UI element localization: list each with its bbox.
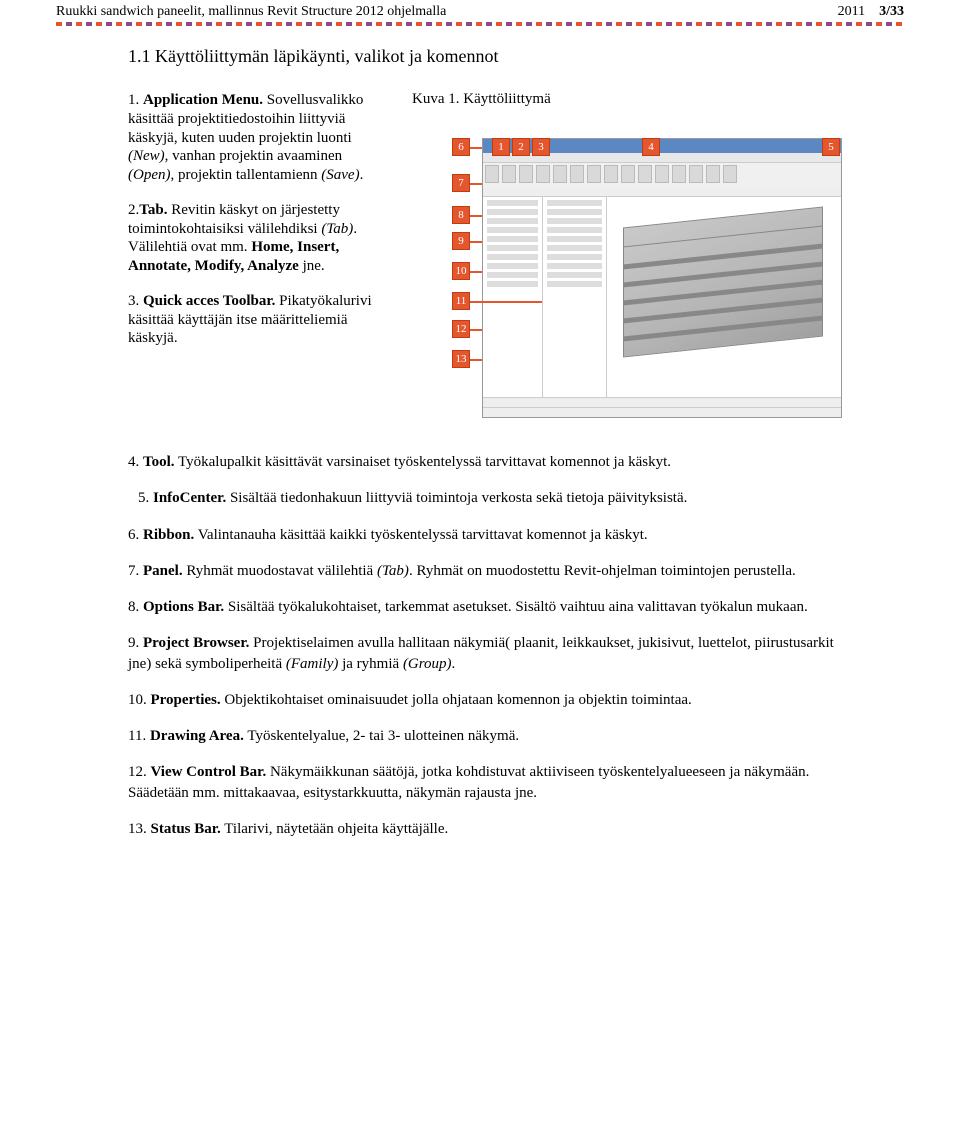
callout-5: 5 xyxy=(822,138,840,156)
callout-1: 1 xyxy=(492,138,510,156)
callout-10: 10 xyxy=(452,262,470,280)
callout-7: 7 xyxy=(452,174,470,192)
mock-options-bar xyxy=(483,187,841,197)
figure-caption: Kuva 1. Käyttöliittymä xyxy=(412,91,860,108)
mock-properties-panel xyxy=(543,197,607,397)
mock-status-bar xyxy=(483,407,841,417)
mock-drawing-area xyxy=(607,197,841,397)
callout-11: 11 xyxy=(452,292,470,310)
callout-9: 9 xyxy=(452,232,470,250)
callout-3: 3 xyxy=(532,138,550,156)
mock-view-control-bar xyxy=(483,397,841,407)
mock-project-browser xyxy=(483,197,543,397)
body-paragraphs: 4. Tool. Työkalupalkit käsittävät varsin… xyxy=(128,452,860,839)
callout-4: 4 xyxy=(642,138,660,156)
header-right: 2011 3/33 xyxy=(838,4,904,20)
callout-12: 12 xyxy=(452,320,470,338)
mock-toolbar xyxy=(483,163,841,187)
callout-8: 8 xyxy=(452,206,470,224)
section-heading: 1.1 Käyttöliittymän läpikäynti, valikot … xyxy=(128,46,860,67)
mock-3d-model xyxy=(623,206,823,357)
header-divider xyxy=(56,22,904,26)
header-left: Ruukki sandwich paneelit, mallinnus Revi… xyxy=(56,4,446,20)
callout-2: 2 xyxy=(512,138,530,156)
figure-column: Kuva 1. Käyttöliittymä xyxy=(412,91,860,424)
callout-13: 13 xyxy=(452,350,470,368)
callout-6: 6 xyxy=(452,138,470,156)
intro-left-column: 1. Application Menu. Sovellusvalikko käs… xyxy=(128,91,388,424)
figure-ui-screenshot: 6 1 2 3 4 5 7 8 9 10 11 12 13 xyxy=(412,114,842,424)
page-header: Ruukki sandwich paneelit, mallinnus Revi… xyxy=(0,0,960,22)
